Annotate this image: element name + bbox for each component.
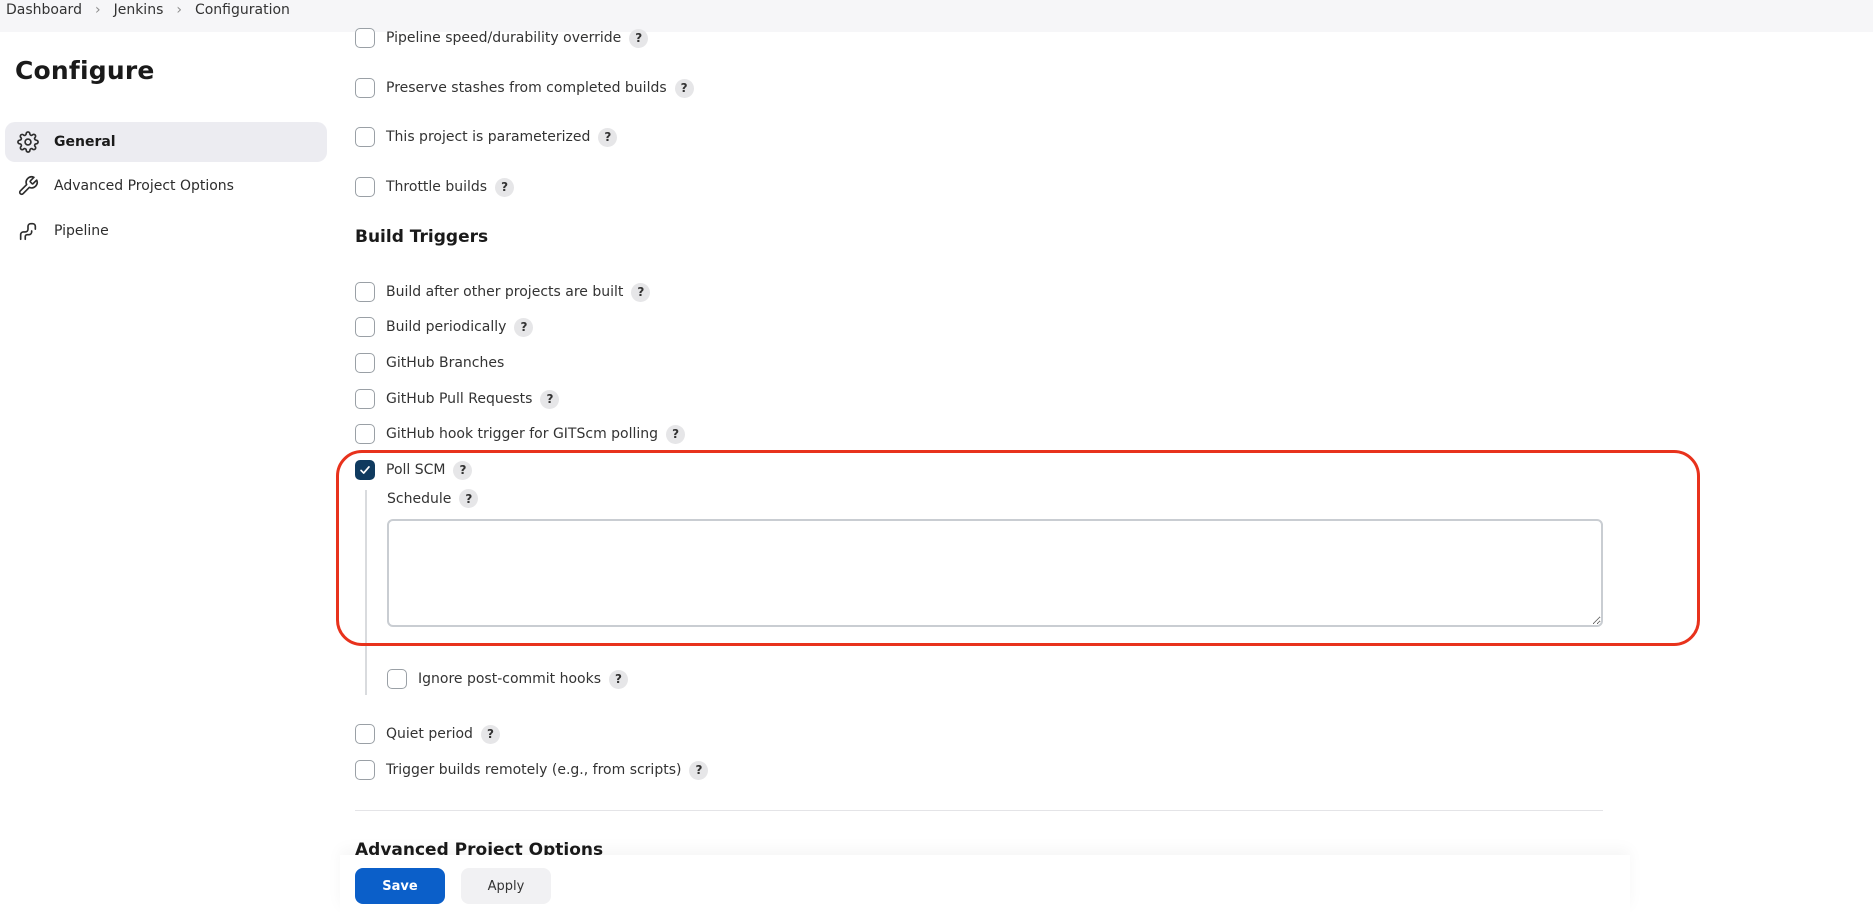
checkbox[interactable] (355, 317, 375, 337)
sidebar-item-general[interactable]: General (5, 122, 327, 162)
chevron-right-icon: › (176, 2, 182, 18)
option-label: Build after other projects are built (386, 284, 624, 300)
option-parameterized: This project is parameterized ? (355, 125, 618, 149)
checkmark-icon (360, 466, 370, 474)
gear-icon (15, 131, 41, 153)
trigger-github-branches: GitHub Branches (355, 351, 504, 375)
help-icon[interactable]: ? (480, 724, 500, 744)
section-title-build-triggers: Build Triggers (355, 227, 489, 247)
option-pipeline-speed: Pipeline speed/durability override ? (355, 26, 649, 50)
trigger-poll-scm: Poll SCM ? (355, 458, 473, 482)
schedule-label: Schedule ? (387, 489, 479, 508)
option-label: Trigger builds remotely (e.g., from scri… (386, 762, 682, 778)
checkbox[interactable] (355, 177, 375, 197)
chevron-right-icon: › (94, 2, 101, 18)
trigger-quiet-period: Quiet period ? (355, 722, 500, 746)
checkbox[interactable] (355, 78, 375, 98)
checkbox[interactable] (355, 127, 375, 147)
save-button[interactable]: Save (355, 868, 445, 904)
trigger-build-after-other-projects: Build after other projects are built ? (355, 280, 651, 304)
checkbox[interactable] (355, 282, 375, 302)
help-icon[interactable]: ? (540, 389, 560, 409)
option-throttle-builds: Throttle builds ? (355, 175, 515, 199)
checkbox[interactable] (355, 28, 375, 48)
option-label: Preserve stashes from completed builds (386, 80, 667, 96)
trigger-build-periodically: Build periodically ? (355, 315, 534, 339)
option-label: Ignore post-commit hooks (418, 671, 602, 687)
schedule-textarea[interactable] (387, 519, 1603, 627)
option-label: Pipeline speed/durability override (386, 30, 622, 46)
page-title: Configure (15, 56, 155, 85)
checkbox[interactable] (387, 669, 407, 689)
checkbox[interactable] (355, 760, 375, 780)
checkbox[interactable] (355, 724, 375, 744)
help-icon[interactable]: ? (453, 460, 473, 480)
help-icon[interactable]: ? (629, 28, 649, 48)
help-icon[interactable]: ? (689, 760, 709, 780)
sidebar-item-label: General (54, 134, 116, 150)
help-icon[interactable]: ? (666, 424, 686, 444)
option-label: GitHub hook trigger for GITScm polling (386, 426, 659, 442)
nested-indent-line (365, 490, 367, 695)
trigger-github-pull-requests: GitHub Pull Requests ? (355, 387, 560, 411)
help-icon[interactable]: ? (609, 669, 629, 689)
option-label: Build periodically (386, 319, 507, 335)
option-ignore-post-commit-hooks: Ignore post-commit hooks ? (387, 667, 629, 691)
checkbox[interactable] (355, 389, 375, 409)
trigger-builds-remotely: Trigger builds remotely (e.g., from scri… (355, 758, 709, 782)
sidebar-item-advanced-project-options[interactable]: Advanced Project Options (5, 166, 327, 206)
help-icon[interactable]: ? (514, 317, 534, 337)
section-divider (355, 810, 1603, 811)
checkbox[interactable] (355, 424, 375, 444)
breadcrumb-configuration[interactable]: Configuration (195, 1, 290, 19)
sidebar-item-pipeline[interactable]: Pipeline (5, 211, 327, 251)
schedule-label-text: Schedule (387, 490, 452, 507)
help-icon[interactable]: ? (598, 127, 618, 147)
sidebar-item-label: Pipeline (54, 223, 109, 239)
option-label: GitHub Branches (386, 355, 505, 371)
option-label: This project is parameterized (386, 129, 591, 145)
wrench-icon (15, 175, 41, 197)
option-label: Throttle builds (386, 179, 488, 195)
apply-button[interactable]: Apply (461, 868, 551, 904)
sidebar-item-label: Advanced Project Options (54, 178, 234, 194)
pipeline-icon (15, 220, 41, 242)
breadcrumb: Dashboard › Jenkins › Configuration (0, 0, 1873, 32)
help-icon[interactable]: ? (631, 282, 651, 302)
option-label: GitHub Pull Requests (386, 391, 533, 407)
trigger-github-hook: GitHub hook trigger for GITScm polling ? (355, 422, 686, 446)
option-label: Poll SCM (386, 462, 446, 478)
help-icon[interactable]: ? (495, 177, 515, 197)
breadcrumb-dashboard[interactable]: Dashboard (6, 1, 82, 19)
checkbox[interactable] (355, 353, 375, 373)
help-icon[interactable]: ? (459, 489, 479, 508)
checkbox-checked[interactable] (355, 460, 375, 480)
option-label: Quiet period (386, 726, 473, 742)
option-preserve-stashes: Preserve stashes from completed builds ? (355, 76, 694, 100)
breadcrumb-jenkins[interactable]: Jenkins (114, 1, 164, 19)
help-icon[interactable]: ? (674, 78, 694, 98)
